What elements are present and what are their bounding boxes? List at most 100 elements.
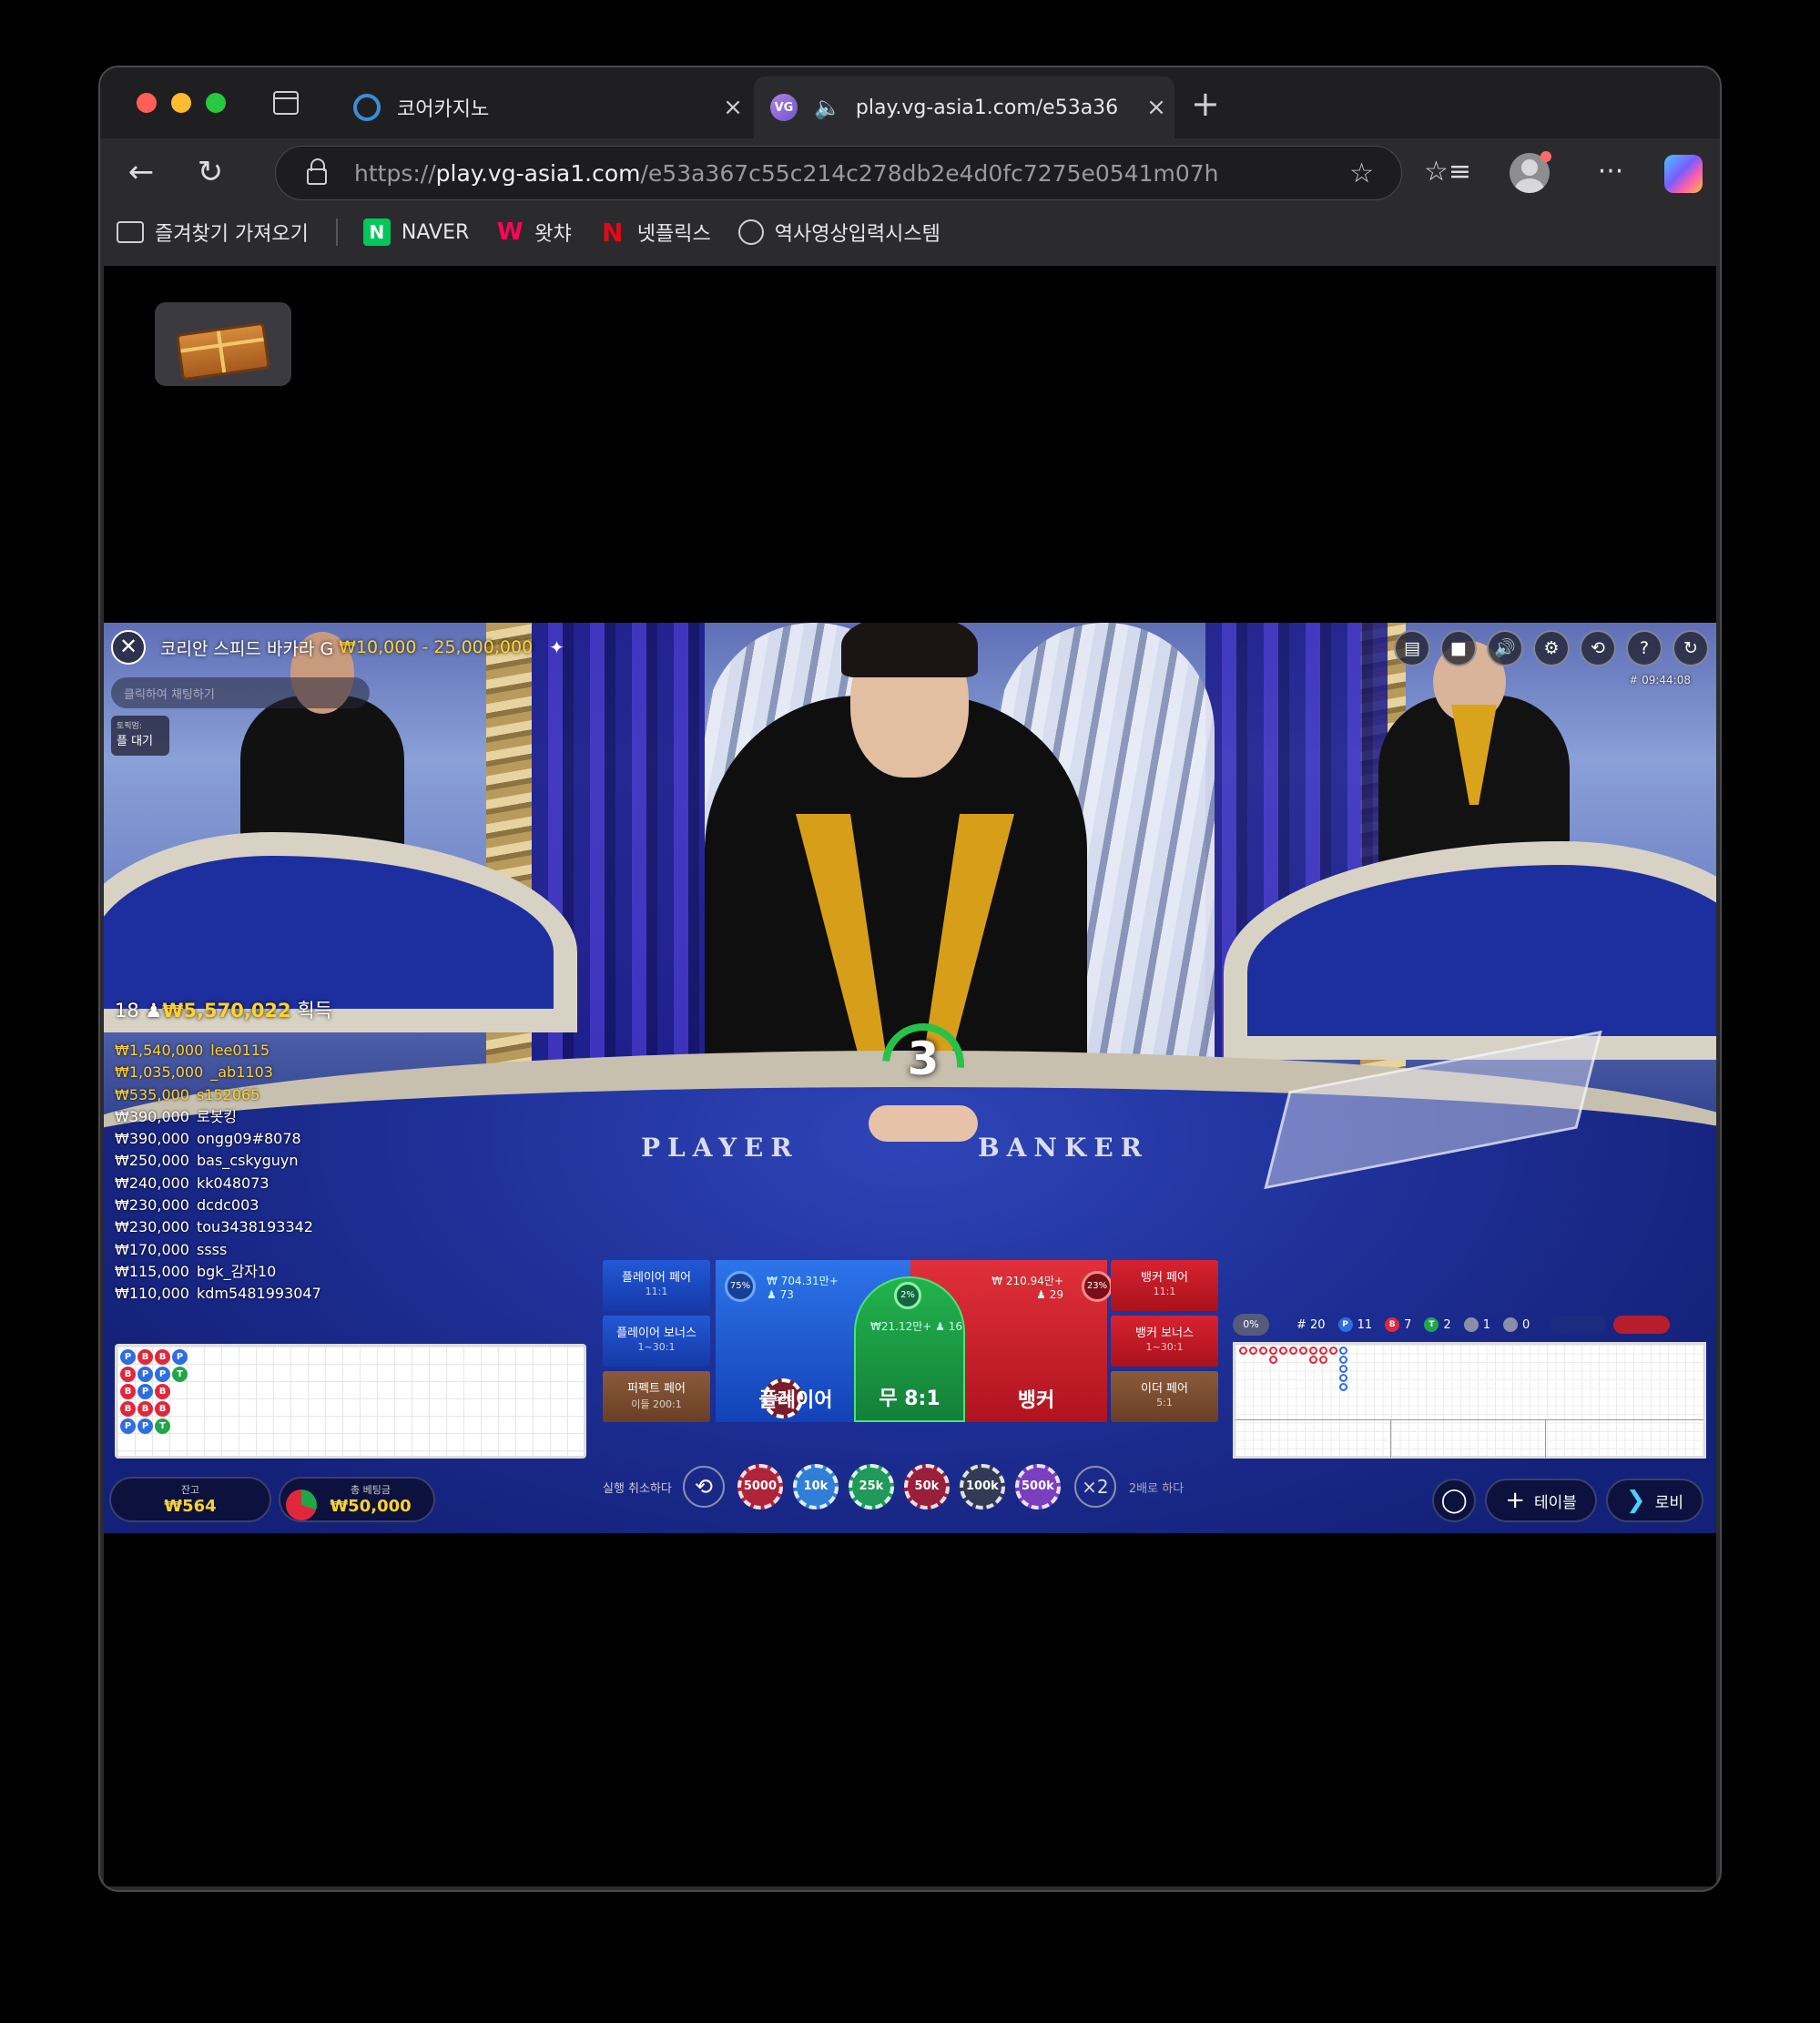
tab-core-casino[interactable]: 코어카지노 × xyxy=(337,76,751,138)
treasure-chest-button[interactable] xyxy=(155,302,291,386)
big-road-mark xyxy=(1339,1383,1347,1391)
bet-player-pair[interactable]: 플레이어 페어 11:1 xyxy=(603,1260,710,1311)
pin-icon[interactable]: ✦ xyxy=(549,636,564,658)
winner-row: ₩170,000 ssss xyxy=(115,1240,228,1258)
road-pct-toggle[interactable]: 0% xyxy=(1233,1314,1269,1336)
big-road-mark xyxy=(1249,1347,1257,1355)
countdown-number: 3 xyxy=(907,1032,940,1085)
bead-road-mark: P xyxy=(137,1367,153,1382)
bet-tie[interactable]: 2% ₩21.12만+ ♟ 16 무 8:1 xyxy=(854,1276,965,1422)
bead-road-mark: B xyxy=(155,1349,170,1365)
chat-bubble-button[interactable]: ◯ xyxy=(1432,1479,1477,1522)
banker-pct: 23% xyxy=(1082,1271,1113,1302)
new-tab-button[interactable]: + xyxy=(1191,84,1220,124)
naver-icon: N xyxy=(362,219,391,246)
table-limit: ₩10,000 - 25,000,000 xyxy=(339,637,534,657)
lobby-button[interactable]: ❯ 로비 xyxy=(1605,1479,1703,1522)
double-label: 2배로 하다 xyxy=(1128,1481,1185,1496)
chip-25k[interactable]: 25k xyxy=(848,1464,894,1510)
total-bet-display: 총 베팅금 ₩50,000 xyxy=(279,1477,435,1522)
tab-close-icon[interactable]: × xyxy=(1138,94,1174,121)
minimize-window-button[interactable] xyxy=(171,93,191,113)
tie-label: 무 8:1 xyxy=(879,1388,941,1410)
winner-row: ₩230,000 dcdc003 xyxy=(115,1196,259,1215)
banker-ask-button[interactable] xyxy=(1613,1316,1671,1334)
video-icon[interactable]: ■ xyxy=(1440,630,1477,666)
table-button[interactable]: + 테이블 xyxy=(1485,1479,1597,1522)
bead-road-mark: B xyxy=(120,1384,136,1399)
undo-button[interactable]: ⟲ xyxy=(682,1466,725,1508)
bookmark-netflix[interactable]: N 넷플릭스 xyxy=(599,218,711,248)
tab-vg-asia[interactable]: VG 🔈 play.vg-asia1.com/e53a36 × xyxy=(754,76,1174,138)
bookmark-star-icon[interactable]: ☆ xyxy=(1349,158,1374,189)
tab-close-icon[interactable]: × xyxy=(715,94,751,121)
bookmark-history-system[interactable]: 역사영상입력시스템 xyxy=(737,218,941,247)
double-button[interactable]: ×2 xyxy=(1073,1466,1116,1508)
stat-player-pair: 1 xyxy=(1463,1317,1490,1332)
close-game-button[interactable]: ✕ xyxy=(111,630,146,665)
big-road-mark xyxy=(1329,1347,1337,1355)
bet-player-bonus[interactable]: 플레이어 보너스 1~30:1 xyxy=(603,1316,710,1367)
page-content: PLAYER BANKER ✕ 코리안 스피드 바카라 G ₩10,000 - … xyxy=(104,266,1716,1886)
player-stats: ₩ 704.31만+ ♟ 73 xyxy=(767,1275,839,1301)
help-icon[interactable]: ? xyxy=(1626,630,1662,666)
maximize-window-button[interactable] xyxy=(206,93,226,113)
winner-row: ₩1,035,000 _ab1103 xyxy=(115,1063,273,1082)
chat-input[interactable]: 클릭하여 채팅하기 xyxy=(111,677,370,708)
speaker-icon[interactable]: 🔈 xyxy=(814,95,841,120)
big-road-mark xyxy=(1319,1347,1327,1355)
reload-button[interactable]: ↻ xyxy=(188,149,233,195)
road-divider xyxy=(1235,1419,1703,1420)
big-road-mark xyxy=(1239,1347,1247,1355)
chat-icon[interactable]: ▤ xyxy=(1394,630,1430,666)
bet-perfect-pair[interactable]: 퍼펙트 페어 이들 200:1 xyxy=(603,1371,710,1422)
big-road-mark xyxy=(1289,1347,1297,1355)
bet-either-pair[interactable]: 이더 페어 5:1 xyxy=(1111,1371,1218,1422)
player-ask-button[interactable] xyxy=(1550,1316,1607,1334)
more-icon[interactable]: ··· xyxy=(1588,149,1633,195)
address-bar[interactable]: https://play.vg-asia1.com/e53a367c55c214… xyxy=(275,146,1402,200)
winner-row: ₩115,000 bgk_감자10 xyxy=(115,1262,277,1280)
tab-actions-icon[interactable] xyxy=(273,91,299,115)
sound-icon[interactable]: 🔊 xyxy=(1487,630,1523,666)
bookmark-watcha[interactable]: W 왓챠 xyxy=(496,218,572,247)
chip-100k[interactable]: 100k xyxy=(959,1464,1005,1510)
bet-banker-pair[interactable]: 뱅커 페어 11:1 xyxy=(1111,1260,1218,1311)
tab-title: 코어카지노 xyxy=(397,98,490,121)
bet-banker-bonus[interactable]: 뱅커 보너스 1~30:1 xyxy=(1111,1316,1218,1367)
bead-road-mark: P xyxy=(120,1349,136,1365)
banker-dot-icon: B xyxy=(1385,1317,1400,1332)
game-id: # 09:44:08 xyxy=(1629,674,1691,686)
banker-stats: ₩ 210.94만+ ♟ 29 xyxy=(991,1275,1063,1301)
back-button[interactable]: ← xyxy=(118,149,164,195)
browser-window: 코어카지노 × VG 🔈 play.vg-asia1.com/e53a36 × … xyxy=(98,66,1722,1892)
chip-500k[interactable]: 500k xyxy=(1014,1464,1061,1510)
big-road-mark xyxy=(1309,1347,1317,1355)
refresh-icon[interactable]: ↻ xyxy=(1673,630,1709,666)
bookmark-import[interactable]: 즐겨찾기 가져오기 xyxy=(117,218,309,247)
betting-area: 플레이어 페어 11:1 플레이어 보너스 1~30:1 퍼펙트 페어 이들 200:… xyxy=(603,1260,1218,1422)
plus-icon: + xyxy=(1505,1487,1525,1514)
bead-road-mark: B xyxy=(120,1401,136,1417)
chip-10k[interactable]: 10k xyxy=(792,1464,839,1510)
copilot-icon[interactable] xyxy=(1664,155,1703,193)
bookmark-naver[interactable]: N NAVER xyxy=(362,219,469,246)
bookmarks-bar: 즐겨찾기 가져오기 N NAVER W 왓챠 N 넷플릭스 역사영상입력시스템 xyxy=(100,206,1720,259)
bead-road-mark: B xyxy=(155,1401,170,1417)
big-road-mark xyxy=(1269,1356,1277,1364)
settings-icon[interactable]: ⚙ xyxy=(1533,630,1570,666)
big-road[interactable] xyxy=(1233,1342,1706,1459)
history-icon[interactable]: ⟲ xyxy=(1580,630,1616,666)
road-divider xyxy=(1390,1419,1391,1458)
bead-road[interactable]: PBBBPBPPBPBPBBTPT xyxy=(115,1344,586,1459)
close-window-button[interactable] xyxy=(137,93,157,113)
favorites-icon[interactable]: ☆≡ xyxy=(1424,149,1471,195)
dealer-hands xyxy=(869,1105,978,1142)
winners-header: 18 ♟₩5,570,022 획득 xyxy=(115,1000,332,1022)
lock-icon[interactable] xyxy=(307,158,327,185)
chip-50k[interactable]: 50k xyxy=(903,1464,950,1510)
bet-countdown: 3 xyxy=(865,1006,981,1123)
chip-5000[interactable]: 5000 xyxy=(737,1464,783,1510)
winner-row: ₩240,000 kk048073 xyxy=(115,1174,269,1192)
bead-road-mark: P xyxy=(137,1418,153,1434)
